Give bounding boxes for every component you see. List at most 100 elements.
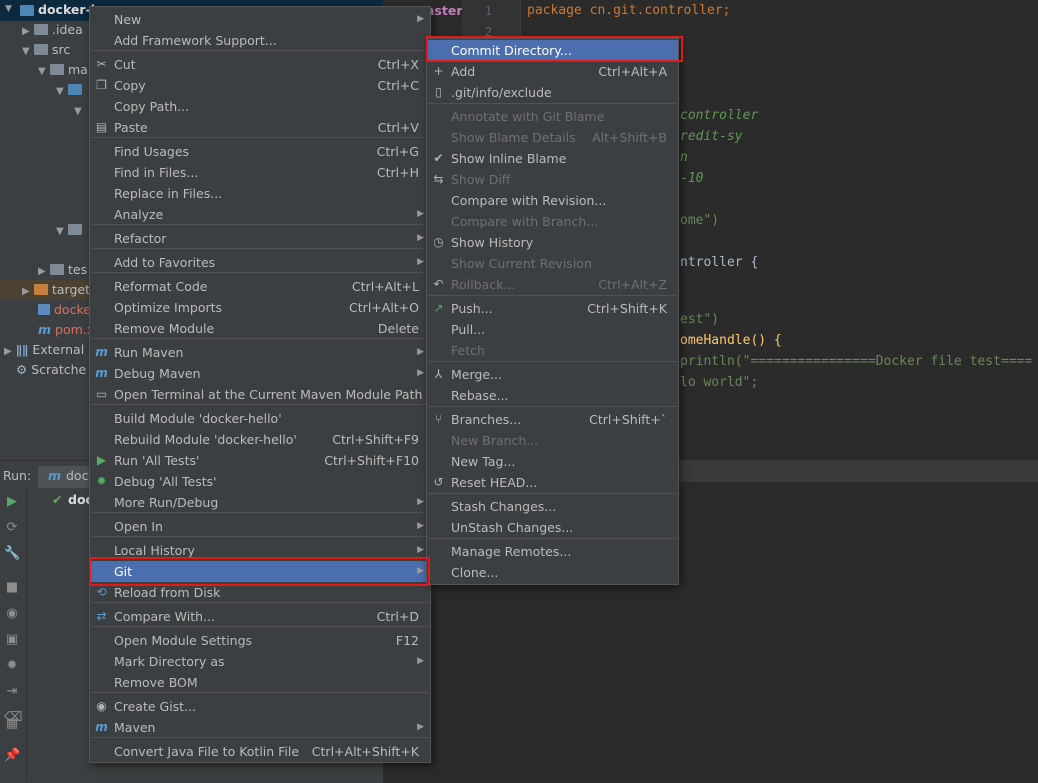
context-menu-item-reformat-code[interactable]: Reformat Code Ctrl+Alt+L bbox=[90, 276, 430, 297]
folder-icon bbox=[34, 44, 48, 55]
rollback-icon: ↶ bbox=[433, 277, 444, 291]
context-menu-item-more-run-debug[interactable]: More Run/Debug ▶ bbox=[90, 492, 430, 513]
context-menu-item-open-in[interactable]: Open In ▶ bbox=[90, 516, 430, 537]
chevron-down-icon[interactable]: ▼ bbox=[56, 82, 68, 102]
context-menu-item-find-in-files[interactable]: Find in Files... Ctrl+H bbox=[90, 162, 430, 183]
context-menu-item-compare-with[interactable]: ⇄ Compare With... Ctrl+D bbox=[90, 606, 430, 627]
git-menu-item-label: Rebase... bbox=[451, 388, 509, 403]
tree-item-external-libraries[interactable]: ▶ ǁǁ External bbox=[4, 340, 84, 360]
context-menu-item-convert-java-file-to-kotlin-file[interactable]: Convert Java File to Kotlin File Ctrl+Alt… bbox=[90, 741, 430, 762]
context-menu-item-create-gist[interactable]: ◉ Create Gist... bbox=[90, 696, 430, 717]
tree-item-scratches[interactable]: ⚙ Scratche bbox=[16, 360, 86, 380]
git-menu-item-unstash-changes[interactable]: UnStash Changes... bbox=[427, 517, 678, 538]
git-menu-item-add[interactable]: + Add Ctrl+Alt+A bbox=[427, 61, 678, 82]
line-number: 1 bbox=[484, 4, 492, 18]
git-submenu: Commit Directory... + Add Ctrl+Alt+A ▯ .git/i… bbox=[426, 38, 679, 585]
git-menu-item-rebase[interactable]: Rebase... bbox=[427, 385, 678, 406]
context-menu-item-run-all-tests[interactable]: ▶ Run 'All Tests' Ctrl+Shift+F10 bbox=[90, 450, 430, 471]
git-file-icon: ▯ bbox=[435, 85, 442, 99]
shortcut-label: Alt+Shift+B bbox=[592, 130, 667, 145]
context-menu-item-analyze[interactable]: Analyze ▶ bbox=[90, 204, 430, 225]
tree-item-package[interactable]: ▼ bbox=[74, 100, 86, 120]
context-menu-item-open-module-settings[interactable]: Open Module Settings F12 bbox=[90, 630, 430, 651]
login-icon[interactable]: ⇥ bbox=[4, 684, 20, 700]
chevron-right-icon[interactable]: ▶ bbox=[38, 262, 50, 282]
git-menu-item-show-history[interactable]: ◷ Show History bbox=[427, 232, 678, 253]
context-menu-item-copy[interactable]: ❐ Copy Ctrl+C bbox=[90, 75, 430, 96]
chevron-right-icon[interactable]: ▶ bbox=[4, 342, 16, 362]
tree-item-label: src bbox=[52, 42, 71, 57]
tree-item-dockerfile[interactable]: docke bbox=[38, 300, 91, 320]
tree-item-resources[interactable]: ▼ bbox=[56, 220, 86, 240]
chevron-right-icon[interactable]: ▶ bbox=[22, 22, 34, 42]
context-menu-item-label: Rebuild Module 'docker-hello' bbox=[114, 432, 297, 447]
git-menu-item-manage-remotes[interactable]: Manage Remotes... bbox=[427, 541, 678, 562]
context-menu-item-optimize-imports[interactable]: Optimize Imports Ctrl+Alt+O bbox=[90, 297, 430, 318]
code-line-package: package cn.git.controller; bbox=[527, 3, 731, 18]
eye-icon[interactable]: ◉ bbox=[4, 606, 20, 622]
git-menu-item-merge[interactable]: ⅄ Merge... bbox=[427, 364, 678, 385]
tree-item-pom[interactable]: m pom.x bbox=[38, 320, 94, 340]
chevron-down-icon[interactable]: ▼ bbox=[56, 222, 68, 242]
tree-item-src[interactable]: ▼ src bbox=[22, 40, 70, 60]
chevron-down-icon[interactable]: ▼ bbox=[22, 42, 34, 62]
context-menu-item-find-usages[interactable]: Find Usages Ctrl+G bbox=[90, 141, 430, 162]
git-menu-item-pull[interactable]: Pull... bbox=[427, 319, 678, 340]
context-menu-item-replace-in-files[interactable]: Replace in Files... bbox=[90, 183, 430, 204]
git-menu-item-clone[interactable]: Clone... bbox=[427, 562, 678, 583]
chevron-down-icon[interactable]: ▼ bbox=[5, 4, 12, 14]
menu-separator bbox=[428, 103, 677, 104]
context-menu-item-add-framework-support[interactable]: Add Framework Support... bbox=[90, 30, 430, 51]
tree-item-test[interactable]: ▶ tes bbox=[38, 260, 87, 280]
context-menu-item-build-module-docker-hello[interactable]: Build Module 'docker-hello' bbox=[90, 408, 430, 429]
checkmark-icon: ✔ bbox=[52, 492, 63, 507]
chevron-down-icon[interactable]: ▼ bbox=[38, 62, 50, 82]
chevron-right-icon[interactable]: ▶ bbox=[22, 282, 34, 302]
context-menu-item-maven[interactable]: m Maven ▶ bbox=[90, 717, 430, 738]
camera-icon[interactable]: ▣ bbox=[4, 632, 20, 648]
git-menu-item-commit-directory[interactable]: Commit Directory... bbox=[427, 40, 678, 61]
context-menu-item-rebuild-module-docker-hello[interactable]: Rebuild Module 'docker-hello' Ctrl+Shift+… bbox=[90, 429, 430, 450]
context-menu-item-remove-module[interactable]: Remove Module Delete bbox=[90, 318, 430, 339]
context-menu-item-debug-maven[interactable]: m Debug Maven ▶ bbox=[90, 363, 430, 384]
tree-item-main[interactable]: ▼ ma bbox=[38, 60, 88, 80]
tree-item-java[interactable]: ▼ bbox=[56, 80, 86, 100]
context-menu-item-remove-bom[interactable]: Remove BOM bbox=[90, 672, 430, 693]
pin-icon[interactable]: 📌 bbox=[4, 748, 20, 764]
context-menu-item-run-maven[interactable]: m Run Maven ▶ bbox=[90, 342, 430, 363]
context-menu-item-label: Create Gist... bbox=[114, 699, 197, 714]
context-menu-item-add-to-favorites[interactable]: Add to Favorites ▶ bbox=[90, 252, 430, 273]
git-menu-item-show-inline-blame[interactable]: ✔ Show Inline Blame bbox=[427, 148, 678, 169]
context-menu-item-label: Run Maven bbox=[114, 345, 184, 360]
git-menu-item-push[interactable]: ↗ Push... Ctrl+Shift+K bbox=[427, 298, 678, 319]
debug-icon[interactable]: ⟳ bbox=[4, 520, 20, 536]
menu-separator bbox=[428, 493, 677, 494]
git-menu-item-compare-with-revision[interactable]: Compare with Revision... bbox=[427, 190, 678, 211]
tree-item-idea[interactable]: ▶ .idea bbox=[22, 20, 83, 40]
context-menu-item-refactor[interactable]: Refactor ▶ bbox=[90, 228, 430, 249]
git-menu-item-new-tag[interactable]: New Tag... bbox=[427, 451, 678, 472]
bug-icon[interactable]: ✹ bbox=[4, 658, 20, 674]
git-menu-item-stash-changes[interactable]: Stash Changes... bbox=[427, 496, 678, 517]
context-menu-item-local-history[interactable]: Local History ▶ bbox=[90, 540, 430, 561]
git-menu-item-label: .git/info/exclude bbox=[451, 85, 552, 100]
context-menu-item-reload-from-disk[interactable]: ⟲ Reload from Disk bbox=[90, 582, 430, 603]
layout-icon[interactable]: ▦ bbox=[4, 716, 20, 732]
context-menu-item-paste[interactable]: ▤ Paste Ctrl+V bbox=[90, 117, 430, 138]
context-menu-item-new[interactable]: New ▶ bbox=[90, 9, 430, 30]
chevron-down-icon[interactable]: ▼ bbox=[74, 102, 86, 122]
context-menu-item-open-terminal-at-the-current-maven-module-path[interactable]: ▭ Open Terminal at the Current Maven Modu… bbox=[90, 384, 430, 405]
git-menu-item-reset-head[interactable]: ↺ Reset HEAD... bbox=[427, 472, 678, 493]
wrench-icon[interactable]: 🔧 bbox=[4, 546, 20, 562]
context-menu-item-git[interactable]: Git ▶ bbox=[90, 561, 430, 582]
context-menu-item-cut[interactable]: ✂ Cut Ctrl+X bbox=[90, 54, 430, 75]
rerun-icon[interactable]: ▶ bbox=[4, 494, 20, 510]
context-menu-item-debug-all-tests[interactable]: ✹ Debug 'All Tests' bbox=[90, 471, 430, 492]
git-menu-item-git-info-exclude[interactable]: ▯ .git/info/exclude bbox=[427, 82, 678, 103]
stop-icon[interactable]: ■ bbox=[4, 580, 20, 596]
context-menu-item-copy-path[interactable]: Copy Path... bbox=[90, 96, 430, 117]
tree-item-label: tes bbox=[68, 262, 88, 277]
git-menu-item-branches[interactable]: ⑂ Branches... Ctrl+Shift+` bbox=[427, 409, 678, 430]
terminal-icon: ▭ bbox=[95, 387, 108, 401]
context-menu-item-mark-directory-as[interactable]: Mark Directory as ▶ bbox=[90, 651, 430, 672]
